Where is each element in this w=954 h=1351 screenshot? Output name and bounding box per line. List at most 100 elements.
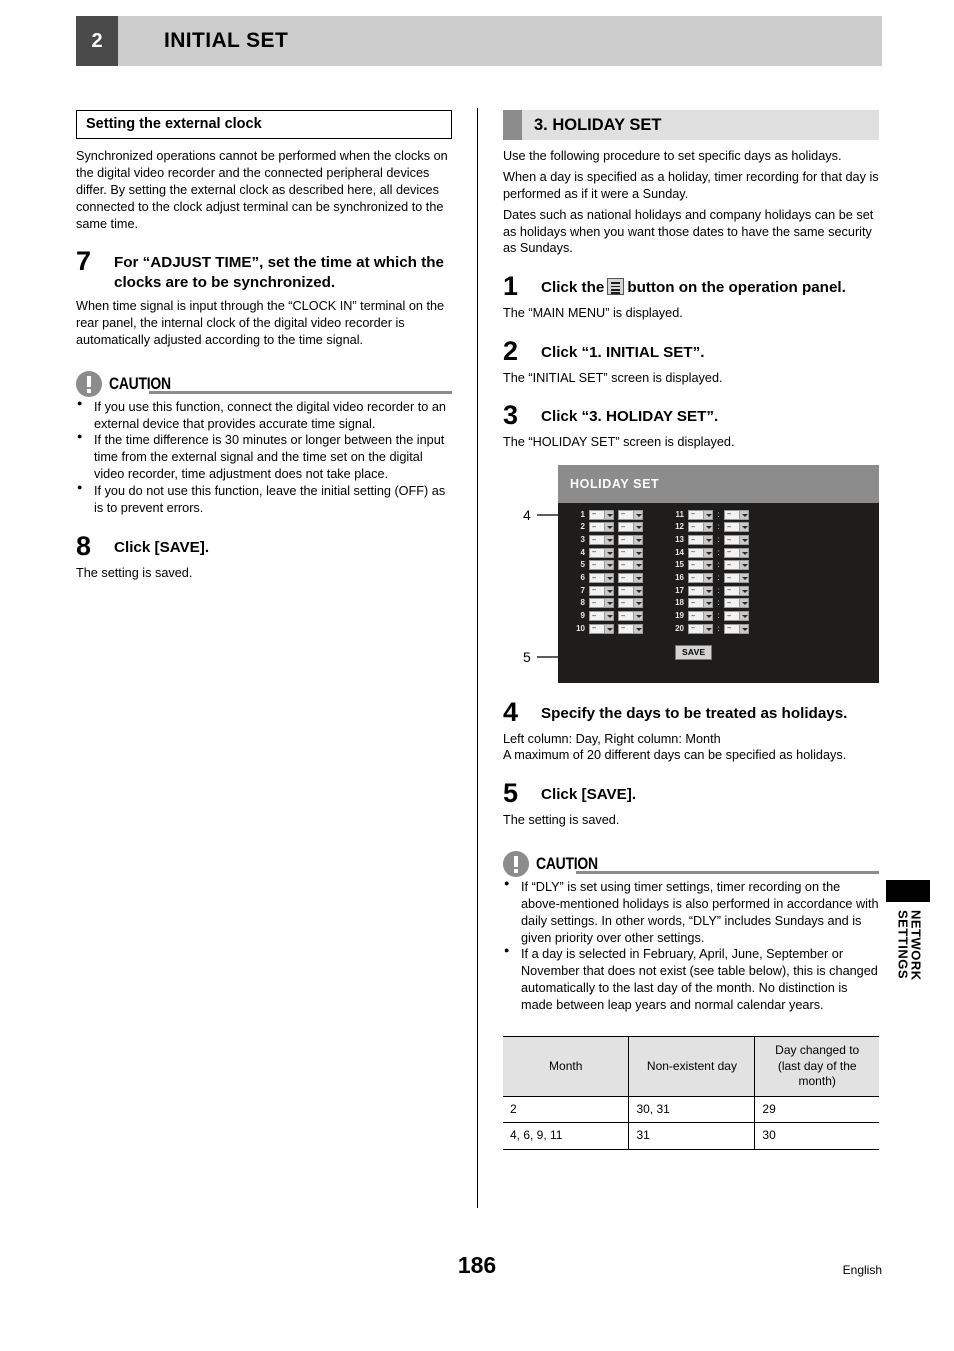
step-4-body-line-2: A maximum of 20 different days can be sp… xyxy=(503,748,847,763)
holiday-value-select[interactable]: -- xyxy=(589,598,614,609)
holiday-row: 7 -- -- xyxy=(570,585,643,596)
holiday-value-select[interactable]: -- xyxy=(688,522,713,533)
chevron-down-icon[interactable] xyxy=(604,561,613,570)
holiday-entry-grid: 1 -- -- 2 -- -- 3 -- -- 4 -- -- 5 -- -- 6 -- -- 7 -- -- 8 -- --… xyxy=(570,509,749,635)
holiday-value-select[interactable]: -- xyxy=(724,585,749,596)
holiday-column-right[interactable]: 11 --: -- 12 --: -- 13 --: -- 14 --: -- 15 --: -- 16 --:… xyxy=(669,509,749,635)
chevron-down-icon[interactable] xyxy=(604,574,613,583)
chevron-down-icon[interactable] xyxy=(703,523,712,532)
chevron-down-icon[interactable] xyxy=(604,624,613,633)
row-separator: : xyxy=(717,573,720,583)
holiday-value-select[interactable]: -- xyxy=(589,535,614,545)
step-2-title: Click “1. INITIAL SET”. xyxy=(541,343,705,361)
holiday-value-select[interactable]: -- xyxy=(589,560,614,571)
holiday-value-select[interactable]: -- xyxy=(618,535,643,545)
step-7: 7 For “ADJUST TIME”, set the time at whi… xyxy=(76,248,452,293)
holiday-value-select[interactable]: -- xyxy=(618,547,643,558)
chevron-down-icon[interactable] xyxy=(604,536,613,544)
holiday-value-select[interactable]: -- xyxy=(618,560,643,571)
chevron-down-icon[interactable] xyxy=(703,561,712,570)
chevron-down-icon[interactable] xyxy=(633,548,642,557)
chevron-down-icon[interactable] xyxy=(604,548,613,557)
holiday-value-select[interactable]: -- xyxy=(688,573,713,584)
holiday-row-index: 15 xyxy=(675,560,684,570)
chapter-title-bar: INITIAL SET xyxy=(118,16,882,66)
caution-block-right: CAUTION If “DLY” is set using timer sett… xyxy=(503,850,879,1014)
holiday-value-select[interactable]: -- xyxy=(724,611,749,622)
holiday-value-select[interactable]: -- xyxy=(618,522,643,533)
holiday-value-select[interactable]: -- xyxy=(724,623,749,634)
chevron-down-icon[interactable] xyxy=(633,561,642,570)
holiday-value-select[interactable]: -- xyxy=(589,623,614,634)
chevron-down-icon[interactable] xyxy=(604,599,613,608)
holiday-value-select[interactable]: -- xyxy=(589,547,614,558)
chevron-down-icon[interactable] xyxy=(604,523,613,532)
chevron-down-icon[interactable] xyxy=(739,561,748,570)
chevron-down-icon[interactable] xyxy=(633,624,642,633)
chevron-down-icon[interactable] xyxy=(633,574,642,583)
holiday-value-select[interactable]: -- xyxy=(724,509,749,520)
chevron-down-icon[interactable] xyxy=(739,574,748,583)
step-8-body: The setting is saved. xyxy=(76,565,193,580)
holiday-value-select[interactable]: -- xyxy=(589,509,614,520)
chevron-down-icon[interactable] xyxy=(739,523,748,532)
chevron-down-icon[interactable] xyxy=(633,612,642,621)
chevron-down-icon[interactable] xyxy=(703,586,712,595)
chevron-down-icon[interactable] xyxy=(739,510,748,519)
holiday-value: -- xyxy=(592,574,596,582)
chevron-down-icon[interactable] xyxy=(739,624,748,633)
holiday-value-select[interactable]: -- xyxy=(688,598,713,609)
holiday-value: -- xyxy=(592,599,596,607)
chevron-down-icon[interactable] xyxy=(703,624,712,633)
holiday-value-select[interactable]: -- xyxy=(589,522,614,533)
chevron-down-icon[interactable] xyxy=(633,510,642,519)
holiday-value-select[interactable]: -- xyxy=(688,585,713,596)
holiday-value-select[interactable]: -- xyxy=(618,585,643,596)
chevron-down-icon[interactable] xyxy=(703,536,712,544)
holiday-value-select[interactable]: -- xyxy=(589,585,614,596)
table-header-line-3: month) xyxy=(798,1074,836,1089)
chevron-down-icon[interactable] xyxy=(739,548,748,557)
chevron-down-icon[interactable] xyxy=(633,586,642,595)
holiday-value-select[interactable]: -- xyxy=(724,522,749,533)
chevron-down-icon[interactable] xyxy=(633,523,642,532)
chevron-down-icon[interactable] xyxy=(703,510,712,519)
holiday-column-left[interactable]: 1 -- -- 2 -- -- 3 -- -- 4 -- -- 5 -- -- 6 -- -- 7 -- -- 8 -- --… xyxy=(570,509,643,635)
holiday-value-select[interactable]: -- xyxy=(688,623,713,634)
holiday-value-select[interactable]: -- xyxy=(724,535,749,545)
chevron-down-icon[interactable] xyxy=(739,586,748,595)
chevron-down-icon[interactable] xyxy=(633,599,642,608)
holiday-value-select[interactable]: -- xyxy=(618,598,643,609)
holiday-value-select[interactable]: -- xyxy=(724,547,749,558)
holiday-value-select[interactable]: -- xyxy=(618,509,643,520)
chevron-down-icon[interactable] xyxy=(604,510,613,519)
chevron-down-icon[interactable] xyxy=(739,612,748,621)
holiday-value-select[interactable]: -- xyxy=(688,509,713,520)
screen-save-button[interactable]: SAVE xyxy=(675,644,713,660)
chevron-down-icon[interactable] xyxy=(739,599,748,608)
holiday-value-select[interactable]: -- xyxy=(724,573,749,584)
holiday-value-select[interactable]: -- xyxy=(688,611,713,622)
chevron-down-icon[interactable] xyxy=(739,536,748,544)
holiday-value-select[interactable]: -- xyxy=(724,598,749,609)
holiday-intro-line-2: When a day is specified as a holiday, ti… xyxy=(503,169,879,201)
holiday-value: -- xyxy=(621,587,625,595)
holiday-value-select[interactable]: -- xyxy=(688,547,713,558)
holiday-value-select[interactable]: -- xyxy=(688,535,713,545)
chevron-down-icon[interactable] xyxy=(604,612,613,621)
holiday-value-select[interactable]: -- xyxy=(618,611,643,622)
holiday-value-select[interactable]: -- xyxy=(688,560,713,571)
chevron-down-icon[interactable] xyxy=(703,599,712,608)
chevron-down-icon[interactable] xyxy=(703,548,712,557)
chevron-down-icon[interactable] xyxy=(703,612,712,621)
chevron-down-icon[interactable] xyxy=(604,586,613,595)
holiday-value-select[interactable]: -- xyxy=(618,573,643,584)
holiday-value-select[interactable]: -- xyxy=(589,611,614,622)
chevron-down-icon[interactable] xyxy=(633,536,642,544)
warning-exclamation-icon xyxy=(76,370,102,397)
chevron-down-icon[interactable] xyxy=(703,574,712,583)
holiday-value-select[interactable]: -- xyxy=(618,623,643,634)
holiday-value-select[interactable]: -- xyxy=(724,560,749,571)
holiday-row-index: 3 xyxy=(580,535,585,544)
holiday-value-select[interactable]: -- xyxy=(589,573,614,584)
